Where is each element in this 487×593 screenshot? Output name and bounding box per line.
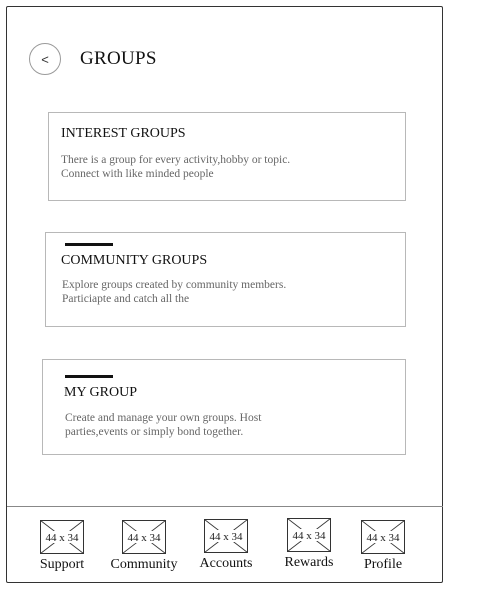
card-title: COMMUNITY GROUPS <box>61 253 208 268</box>
card-accent-bar <box>65 243 113 246</box>
card-description-line: parties,events or simply bond together. <box>65 426 244 438</box>
card-description-line: Connect with like minded people <box>61 168 214 180</box>
back-chevron-icon: < <box>41 51 49 67</box>
nav-label: Profile <box>363 557 403 572</box>
placeholder-size-text: 44 x 34 <box>46 532 80 544</box>
image-placeholder-icon: 44 x 34 <box>204 519 248 553</box>
bottom-nav-divider <box>7 506 443 507</box>
image-placeholder-icon: 44 x 34 <box>361 520 405 554</box>
nav-label: Accounts <box>199 556 253 571</box>
placeholder-size-text: 44 x 34 <box>128 532 162 544</box>
placeholder-size-text: 44 x 34 <box>293 530 327 542</box>
card-accent-bar <box>65 375 113 378</box>
my-group-card[interactable]: MY GROUP Create and manage your own grou… <box>42 359 406 455</box>
card-description: Create and manage your own groups. Host … <box>65 411 335 439</box>
image-placeholder-icon: 44 x 34 <box>287 518 331 552</box>
nav-item-profile[interactable]: 44 x 34 Profile <box>343 520 423 573</box>
card-description: There is a group for every activity,hobb… <box>61 153 331 181</box>
image-placeholder-icon: 44 x 34 <box>40 520 84 554</box>
placeholder-size-text: 44 x 34 <box>210 531 244 543</box>
interest-groups-card[interactable]: INTEREST GROUPS There is a group for eve… <box>48 112 406 201</box>
nav-item-community[interactable]: 44 x 34 Community <box>104 520 184 573</box>
nav-item-rewards[interactable]: 44 x 34 Rewards <box>269 518 349 571</box>
back-button[interactable]: < <box>29 43 61 75</box>
card-title: MY GROUP <box>64 385 137 400</box>
nav-label: Support <box>39 557 85 572</box>
nav-item-accounts[interactable]: 44 x 34 Accounts <box>186 519 266 572</box>
community-groups-card[interactable]: COMMUNITY GROUPS Explore groups created … <box>45 232 406 327</box>
card-description-line: Explore groups created by community memb… <box>62 279 287 291</box>
nav-label: Community <box>110 557 178 572</box>
card-description: Explore groups created by community memb… <box>62 278 332 306</box>
nav-label: Rewards <box>284 555 334 570</box>
card-description-line: Create and manage your own groups. Host <box>65 412 262 424</box>
placeholder-size-text: 44 x 34 <box>367 532 401 544</box>
card-description-line: There is a group for every activity,hobb… <box>61 154 291 166</box>
card-description-line: Particiapte and catch all the <box>62 293 190 305</box>
page-title: GROUPS <box>80 48 157 69</box>
image-placeholder-icon: 44 x 34 <box>122 520 166 554</box>
nav-item-support[interactable]: 44 x 34 Support <box>22 520 102 573</box>
card-title: INTEREST GROUPS <box>61 126 186 141</box>
